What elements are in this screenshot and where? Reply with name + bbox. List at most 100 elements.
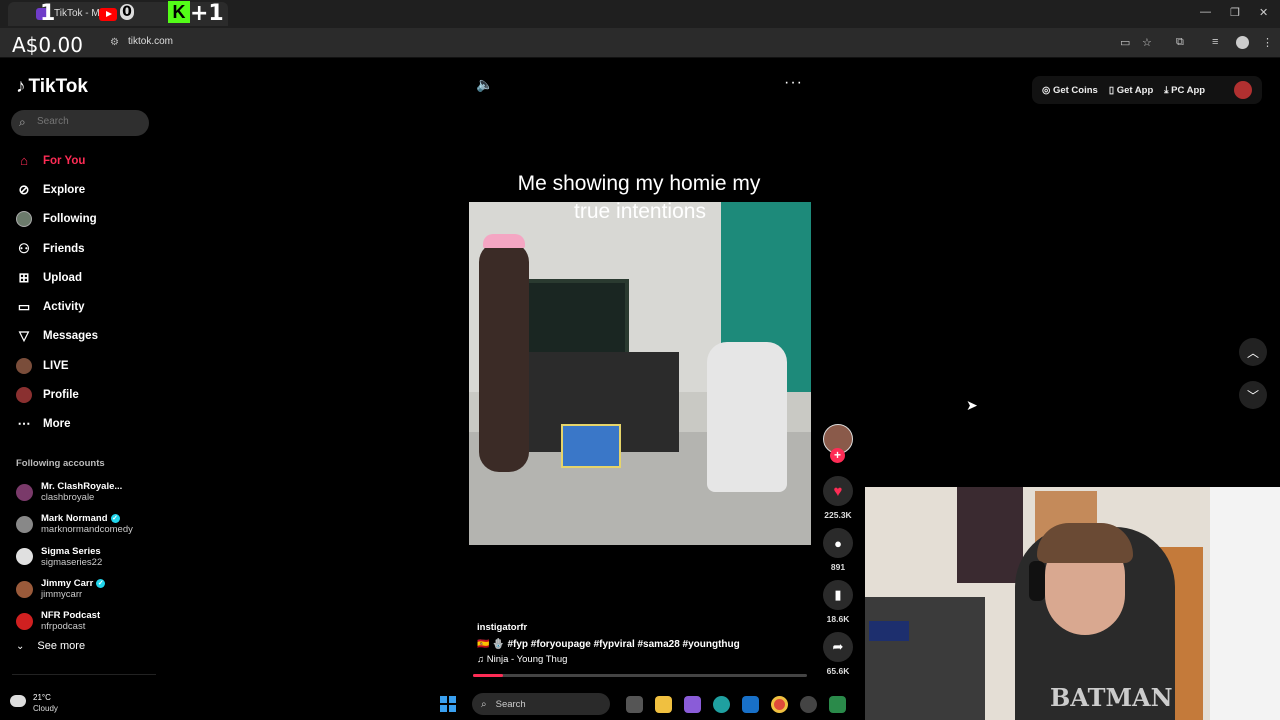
comment-button[interactable]: ● 891: [820, 528, 856, 572]
account-handle: jimmycarr: [41, 589, 83, 601]
outlook-icon[interactable]: [742, 695, 759, 713]
account-handle: marknormandcomedy: [41, 524, 133, 536]
phone-icon: ▯: [1108, 84, 1117, 96]
task-view-icon[interactable]: [626, 695, 643, 713]
follow-plus-icon[interactable]: +: [830, 448, 845, 463]
account-handle: sigmaseries22: [41, 556, 103, 568]
get-app-button[interactable]: ▯ Get App: [1109, 85, 1153, 96]
live-avatar-icon: [16, 357, 32, 374]
app-icon[interactable]: [829, 695, 846, 713]
close-icon[interactable]: ✕: [1259, 6, 1268, 19]
save-button[interactable]: ▮ 18.6K: [820, 580, 856, 624]
nav-label: For You: [43, 154, 86, 167]
search-icon: ⌕: [19, 115, 26, 129]
list-item[interactable]: Mark Normand ✓ marknormandcomedy: [16, 508, 156, 540]
tiktok-logo[interactable]: ♪ TikTok: [16, 76, 88, 98]
sidebar-item-activity[interactable]: ▭ Activity: [16, 292, 156, 321]
following-accounts-list: Mr. ClashRoyale... clashbroyale Mark Norm…: [16, 476, 156, 637]
chrome-icon[interactable]: [771, 695, 788, 713]
cast-icon[interactable]: ▭: [1120, 36, 1130, 49]
overlay-counter: 0: [120, 4, 134, 20]
share-count: 65.6K: [826, 666, 850, 676]
top-right-actions: ◎ Get Coins ▯ Get App ⤓ PC App: [1032, 76, 1262, 104]
caption-line-2: true intentions: [574, 202, 706, 223]
overlay-score-left: 1: [40, 1, 56, 26]
overlay-score-right: +1: [190, 1, 224, 26]
sidebar-item-for-you[interactable]: ⌂ For You: [16, 146, 156, 175]
sidebar-item-explore[interactable]: ⊘ Explore: [16, 175, 156, 204]
nav-label: Friends: [43, 242, 85, 255]
profile-icon[interactable]: [1236, 36, 1249, 49]
weather-widget[interactable]: 21°C Cloudy: [10, 692, 80, 718]
search-input[interactable]: [37, 116, 137, 127]
next-video-button[interactable]: ﹀: [1239, 381, 1267, 409]
extensions-icon[interactable]: ⧉: [1176, 36, 1184, 49]
sidebar-item-following[interactable]: Following: [16, 205, 156, 234]
copilot-icon[interactable]: [684, 695, 701, 713]
sidebar-item-friends[interactable]: ⚇ Friends: [16, 234, 156, 263]
avatar: [16, 548, 33, 566]
more-options-icon[interactable]: ···: [784, 74, 803, 92]
account-name: Sigma Series: [41, 545, 101, 557]
taskbar-search-label: Search: [495, 698, 526, 710]
video-progress-fill: [473, 674, 504, 677]
video-progress-bar[interactable]: [473, 674, 807, 677]
site-info-icon[interactable]: ⚙: [110, 37, 119, 48]
video-caption: Me showing my homie my: [469, 170, 809, 198]
comment-icon: ●: [834, 535, 842, 551]
sidebar-item-live[interactable]: LIVE: [16, 351, 156, 380]
avatar: [16, 515, 33, 533]
url-field[interactable]: tiktok.com: [128, 36, 173, 47]
video-player[interactable]: true intentions: [469, 202, 811, 545]
tab-title: TikTok - Ma: [54, 8, 102, 19]
menu-kebab-icon[interactable]: ⋮: [1262, 36, 1273, 49]
volume-icon[interactable]: 🔈: [476, 76, 493, 93]
divider: [12, 674, 156, 675]
webcam-hair: [1037, 523, 1133, 563]
video-tags[interactable]: 🇪🇸 🪬 #fyp #foryoupage #fypviral #sama28 …: [477, 639, 740, 650]
sidebar-item-more[interactable]: ⋯ More: [16, 410, 156, 439]
coin-icon: ◎: [1042, 84, 1053, 96]
previous-video-button[interactable]: ︿: [1239, 338, 1267, 366]
search-box[interactable]: ⌕: [11, 110, 149, 136]
sidebar-item-upload[interactable]: ⊞ Upload: [16, 263, 156, 292]
webcam-headset: [1029, 561, 1045, 601]
like-button[interactable]: ♥ 225.3K: [820, 476, 856, 520]
windows-start-icon[interactable]: [440, 696, 456, 712]
bookmark-star-icon[interactable]: ☆: [1142, 36, 1152, 49]
list-item[interactable]: Sigma Series sigmaseries22: [16, 541, 156, 573]
see-more-button[interactable]: ⌄ See more: [16, 640, 85, 652]
webcam-poster: [957, 487, 1023, 583]
sidebar-item-profile[interactable]: Profile: [16, 380, 156, 409]
maximize-icon[interactable]: ❐: [1230, 6, 1240, 19]
list-item[interactable]: Jimmy Carr ✓ jimmycarr: [16, 573, 156, 605]
share-icon: ➦: [832, 639, 844, 654]
share-button[interactable]: ➦ 65.6K: [820, 632, 856, 676]
list-item[interactable]: Mr. ClashRoyale... clashbroyale: [16, 476, 156, 508]
bookmark-icon: ▮: [834, 587, 842, 602]
verified-badge-icon: ✓: [96, 579, 106, 589]
video-frame-cap: [483, 234, 525, 248]
minimize-icon[interactable]: —: [1200, 6, 1211, 18]
save-count: 18.6K: [826, 614, 850, 624]
webcam-overlay: BATMAN: [865, 487, 1280, 720]
tab-search-icon[interactable]: ≡: [1212, 36, 1218, 48]
pc-app-button[interactable]: ⤓ PC App: [1164, 85, 1205, 96]
edge-icon[interactable]: [713, 695, 730, 713]
sidebar-item-messages[interactable]: ▽ Messages: [16, 322, 156, 351]
taskbar-search[interactable]: ⌕ Search: [472, 693, 610, 715]
video-author[interactable]: instigatorfr: [477, 622, 527, 633]
compass-icon: ⊘: [18, 181, 30, 197]
list-item[interactable]: NFR Podcast nfrpodcast: [16, 605, 156, 637]
comment-count: 891: [830, 562, 846, 572]
logo-text: TikTok: [28, 76, 88, 97]
user-avatar[interactable]: [1234, 81, 1252, 99]
video-music[interactable]: ♫ Ninja - Young Thug: [477, 654, 567, 665]
app-icon[interactable]: [800, 695, 817, 713]
nav-label: Activity: [43, 301, 85, 314]
heart-icon: ♥: [833, 482, 843, 500]
tiktok-note-icon: ♪: [16, 76, 26, 97]
get-coins-button[interactable]: ◎ Get Coins: [1042, 85, 1098, 96]
file-explorer-icon[interactable]: [655, 695, 672, 713]
pc-app-label: PC App: [1171, 84, 1206, 96]
